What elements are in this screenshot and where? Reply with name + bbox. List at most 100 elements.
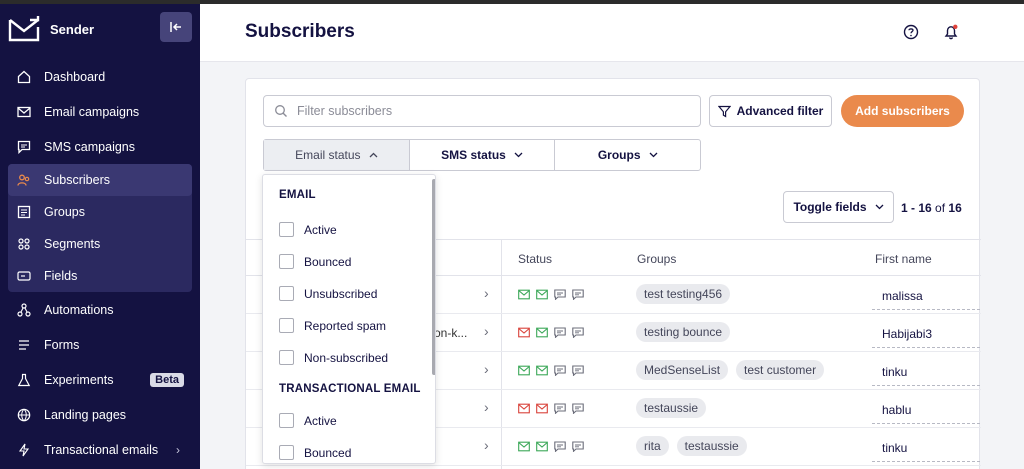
row-groups: testing bounce — [636, 322, 731, 342]
sidebar: Sender Dashboard Email campaigns SMS cam… — [0, 4, 200, 469]
email-status-icon — [518, 403, 530, 414]
first-name-cell[interactable]: hablu — [872, 394, 980, 424]
tab-label: Groups — [597, 148, 641, 162]
add-subscribers-button[interactable]: Add subscribers — [841, 95, 964, 127]
row-expand-chevron-icon[interactable]: › — [484, 361, 489, 377]
dropdown-scrollbar[interactable] — [432, 179, 435, 375]
option-transactional-active[interactable]: Active — [279, 413, 337, 428]
option-email-non-subscribed[interactable]: Non-subscribed — [279, 350, 388, 365]
sms-status-icon — [554, 365, 566, 376]
email-status-icon — [518, 327, 530, 338]
checkbox[interactable] — [279, 222, 294, 237]
checkbox[interactable] — [279, 318, 294, 333]
tab-groups[interactable]: Groups — [555, 140, 700, 170]
subscribers-nav-group: Subscribers Groups Segments Fields — [8, 164, 192, 292]
sidebar-nav: Dashboard Email campaigns SMS campaigns … — [8, 59, 192, 467]
checkbox[interactable] — [279, 413, 294, 428]
first-name-cell[interactable]: tinku — [872, 356, 980, 386]
row-expand-chevron-icon[interactable]: › — [484, 399, 489, 415]
transactional-email-status-icon — [536, 327, 548, 338]
status-icons — [518, 365, 584, 376]
checkbox[interactable] — [279, 254, 294, 269]
transactional-sms-status-icon — [572, 403, 584, 414]
email-status-dropdown: EMAIL Active Bounced Unsubscribed Report… — [262, 174, 436, 464]
sidebar-item-groups[interactable]: Groups — [8, 196, 192, 228]
sidebar-item-label: Dashboard — [44, 69, 106, 84]
column-header-first-name[interactable]: First name — [875, 252, 932, 266]
tab-sms-status[interactable]: SMS status — [410, 140, 556, 170]
option-transactional-bounced[interactable]: Bounced — [279, 445, 351, 460]
sidebar-item-landing-pages[interactable]: Landing pages — [8, 397, 192, 432]
collapse-left-icon — [170, 22, 181, 32]
email-status-icon — [518, 441, 530, 452]
first-name-cell[interactable]: Habijabi3 — [872, 318, 980, 348]
option-label: Reported spam — [304, 318, 387, 333]
option-email-reported-spam[interactable]: Reported spam — [279, 318, 386, 333]
collapse-sidebar-button[interactable] — [160, 12, 192, 42]
chat-icon — [17, 140, 31, 154]
sidebar-item-email-campaigns[interactable]: Email campaigns — [8, 94, 192, 129]
sms-status-icon — [554, 289, 566, 300]
filter-subscribers-input[interactable] — [297, 104, 677, 118]
toggle-fields-button[interactable]: Toggle fields — [783, 191, 894, 223]
bolt-icon — [18, 443, 30, 456]
sidebar-item-forms[interactable]: Forms — [8, 327, 192, 362]
row-expand-chevron-icon[interactable]: › — [484, 285, 489, 301]
mail-icon — [17, 106, 31, 117]
sidebar-item-label: Experiments — [44, 372, 114, 387]
option-email-active[interactable]: Active — [279, 222, 337, 237]
status-icons — [518, 441, 584, 452]
tab-email-status[interactable]: Email status — [264, 140, 410, 170]
beta-badge: Beta — [150, 372, 184, 387]
transactional-sms-status-icon — [572, 365, 584, 376]
brand-logo[interactable]: Sender — [8, 16, 94, 42]
option-email-unsubscribed[interactable]: Unsubscribed — [279, 286, 377, 301]
dropdown-heading-email: EMAIL — [279, 189, 316, 201]
chevron-down-icon — [514, 152, 523, 158]
first-name-cell[interactable]: malissa — [872, 280, 980, 310]
advanced-filter-button[interactable]: Advanced filter — [709, 95, 832, 127]
pagination-range: 1 - 16 — [901, 201, 932, 215]
automation-icon — [17, 302, 31, 317]
forms-icon — [19, 339, 29, 350]
option-email-bounced[interactable]: Bounced — [279, 254, 351, 269]
funnel-icon — [717, 105, 731, 118]
sidebar-item-sms-campaigns[interactable]: SMS campaigns — [8, 129, 192, 164]
checkbox[interactable] — [279, 445, 294, 460]
first-name-cell[interactable]: tinku — [872, 432, 980, 462]
sidebar-item-fields[interactable]: Fields — [8, 260, 192, 292]
notification-bell-icon[interactable] — [942, 23, 960, 41]
sidebar-item-automations[interactable]: Automations — [8, 292, 192, 327]
column-header-groups[interactable]: Groups — [637, 252, 676, 266]
option-label: Bounced — [304, 254, 352, 269]
globe-icon — [17, 408, 31, 421]
column-header-status[interactable]: Status — [518, 252, 552, 266]
sidebar-item-experiments[interactable]: Experiments Beta — [8, 362, 192, 397]
search-box[interactable] — [263, 95, 701, 127]
group-chip: testaussie — [636, 398, 707, 418]
status-icons — [518, 327, 584, 338]
group-chip: testing bounce — [636, 322, 731, 342]
option-label: Bounced — [304, 445, 352, 460]
checkbox[interactable] — [279, 350, 294, 365]
sidebar-item-segments[interactable]: Segments — [8, 228, 192, 260]
status-filter-tabs: Email status SMS status Groups — [263, 139, 701, 171]
pagination-total: 16 — [948, 201, 962, 215]
tab-label: SMS status — [441, 148, 506, 162]
option-label: Non-subscribed — [304, 350, 389, 365]
row-expand-chevron-icon[interactable]: › — [484, 437, 489, 453]
sidebar-item-subscribers[interactable]: Subscribers — [8, 164, 192, 196]
help-icon[interactable] — [902, 23, 920, 41]
brand-name: Sender — [50, 21, 95, 37]
group-chip: test testing456 — [636, 284, 731, 304]
sidebar-item-transactional-emails[interactable]: Transactional emails › — [8, 432, 192, 467]
sidebar-item-label: Automations — [44, 302, 114, 317]
chevron-up-icon — [369, 152, 377, 158]
row-expand-chevron-icon[interactable]: › — [484, 323, 489, 339]
sidebar-item-label: Segments — [44, 237, 101, 251]
segments-icon — [18, 238, 30, 250]
group-chip: testaussie — [676, 436, 747, 456]
checkbox[interactable] — [279, 286, 294, 301]
status-icons — [518, 289, 584, 300]
sidebar-item-dashboard[interactable]: Dashboard — [8, 59, 192, 94]
